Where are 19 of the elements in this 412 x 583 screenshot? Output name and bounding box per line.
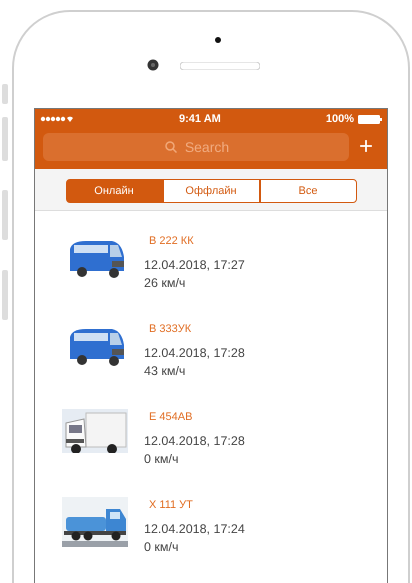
speed: 26 км/ч	[144, 274, 186, 292]
speed: 43 км/ч	[144, 362, 186, 380]
timestamp: 12.04.2018, 17:28	[144, 344, 245, 362]
timestamp: 12.04.2018, 17:28	[144, 432, 245, 450]
plate-number[interactable]: Е 454АВ	[149, 409, 245, 426]
segment-tab[interactable]: Онлайн	[66, 179, 162, 203]
segment-tab[interactable]: Все	[260, 179, 356, 203]
segment-tab[interactable]: Оффлайн	[162, 179, 260, 203]
search-field[interactable]: Search	[43, 133, 349, 161]
status-time: 9:41 AM	[179, 112, 221, 127]
plate-number[interactable]: В 222 КК	[149, 233, 245, 250]
add-button[interactable]: +	[352, 135, 379, 159]
plate-number[interactable]: В 333УК	[149, 321, 245, 338]
speed: 0 км/ч	[144, 538, 180, 556]
timestamp: 12.04.2018, 17:27	[144, 256, 245, 274]
battery-percentage: 100%	[326, 112, 354, 127]
speed: 0 км/ч	[144, 450, 180, 468]
plate-number[interactable]: Х 111 УТ	[149, 497, 245, 514]
timestamp: 12.04.2018, 17:24	[144, 520, 245, 538]
